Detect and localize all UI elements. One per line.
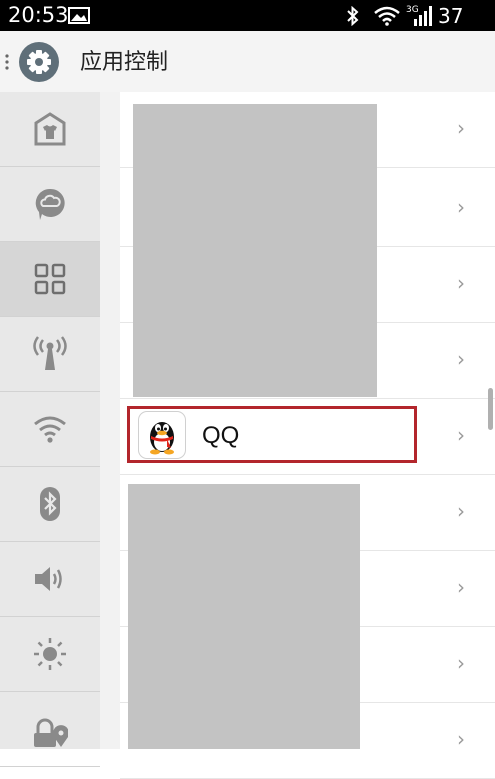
redacted-area-top: [133, 104, 377, 397]
sidebar-item-wifi[interactable]: [0, 392, 100, 467]
page-title: 应用控制: [80, 49, 169, 74]
scrollbar[interactable]: [488, 388, 493, 430]
sidebar-item-sound[interactable]: [0, 542, 100, 617]
chevron-right-icon: ›: [457, 499, 465, 523]
status-bar: 20:53 3G 37: [0, 0, 495, 31]
chevron-right-icon: ›: [457, 575, 465, 599]
sidebar-item-bluetooth[interactable]: [0, 467, 100, 542]
category-sidebar: [0, 92, 100, 767]
shirt-shield-icon: [34, 112, 66, 146]
sidebar-item-cloud[interactable]: [0, 167, 100, 242]
wifi-icon: [34, 416, 66, 443]
chevron-right-icon: ›: [457, 423, 465, 447]
sidebar-divider: [100, 92, 120, 749]
app-grid-icon: [34, 263, 66, 295]
chevron-right-icon: ›: [457, 195, 465, 219]
antenna-icon: [33, 336, 67, 370]
sidebar-item-theme[interactable]: [0, 92, 100, 167]
redacted-area-bottom: [128, 484, 360, 749]
settings-gear-icon: [19, 42, 59, 82]
chevron-right-icon: ›: [457, 116, 465, 140]
signal-icon: [414, 6, 432, 26]
qq-highlight-box: [127, 406, 417, 463]
title-bar: 应用控制: [0, 31, 495, 93]
brightness-icon: [34, 638, 66, 670]
volume-icon: [35, 567, 62, 591]
chevron-right-icon: ›: [457, 271, 465, 295]
sidebar-item-display[interactable]: [0, 617, 100, 692]
bluetooth-status-icon: [347, 6, 359, 26]
cloud-bubble-icon: [35, 188, 65, 220]
sidebar-item-app-control[interactable]: [0, 242, 100, 317]
chevron-right-icon: ›: [457, 651, 465, 675]
bluetooth-icon: [40, 487, 60, 521]
picture-notification-icon: [68, 7, 90, 24]
lock-location-icon: [34, 718, 68, 747]
drawer-handle-icon[interactable]: [4, 53, 10, 71]
battery-level: 37: [438, 4, 464, 28]
sidebar-item-privacy[interactable]: [0, 692, 100, 767]
sidebar-item-hotspot[interactable]: [0, 317, 100, 392]
chevron-right-icon: ›: [457, 727, 465, 751]
wifi-status-icon: [374, 6, 400, 26]
chevron-right-icon: ›: [457, 347, 465, 371]
status-time: 20:53: [8, 3, 69, 27]
